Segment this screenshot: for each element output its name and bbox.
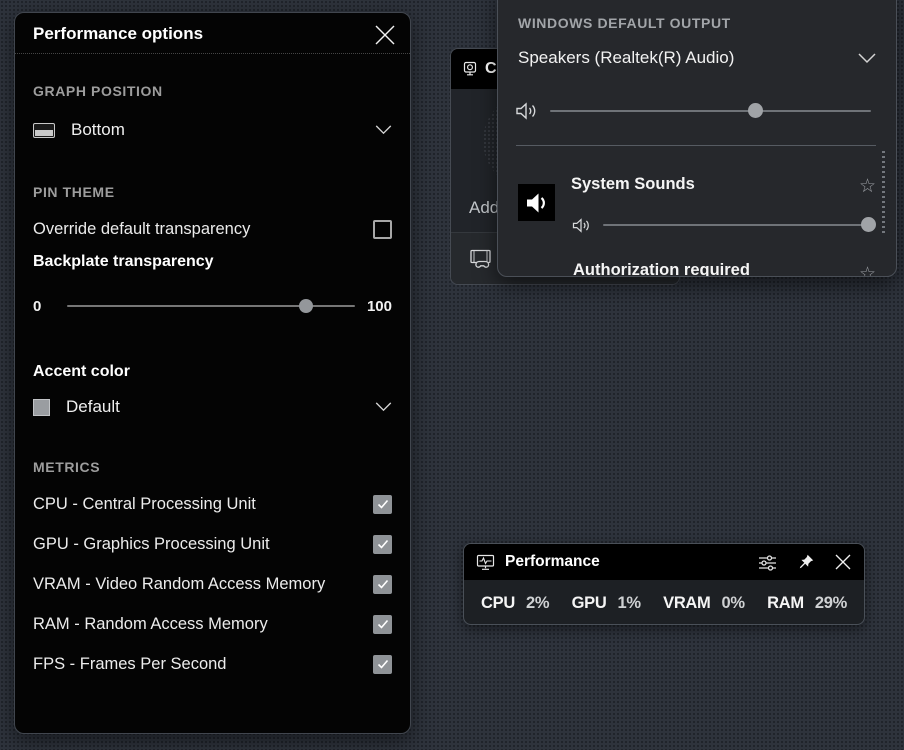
performance-widget-actions [758,553,852,571]
pin-theme-header: PIN THEME [33,184,115,200]
metric-label: CPU - Central Processing Unit [33,495,256,514]
performance-widget: Performance [463,543,865,625]
tune-sliders-icon[interactable] [758,554,777,571]
metric-row-ram: RAM - Random Access Memory [33,611,392,637]
metric-row-cpu: CPU - Central Processing Unit [33,491,392,517]
accent-color-label: Accent color [33,363,130,381]
metrics-header: METRICS [33,459,100,475]
slider-max-label: 100 [367,298,392,315]
metric-cpu-label: CPU [481,594,515,613]
metric-checkbox-gpu[interactable] [373,535,392,554]
capture-widget-title: C [485,60,497,78]
system-sounds-speaker-icon [524,190,550,216]
performance-widget-titlebar[interactable]: Performance [464,544,864,580]
metric-checkbox-cpu[interactable] [373,495,392,514]
metric-checkbox-vram[interactable] [373,575,392,594]
metric-gpu-label: GPU [572,594,607,613]
metric-ram-label: RAM [767,594,804,613]
metric-label: GPU - Graphics Processing Unit [33,535,270,554]
backplate-transparency-slider: 0 100 [33,295,392,317]
metric-gpu-value: 1% [617,594,640,613]
metric-ram-value: 29% [815,594,847,613]
performance-metrics-row: CPU 2% GPU 1% VRAM 0% RAM 29% [464,580,864,625]
system-sounds-volume-thumb[interactable] [861,217,876,232]
star-outline-icon[interactable]: ☆ [859,265,876,277]
metric-vram-label: VRAM [663,594,710,613]
mixer-item-name: Authorization required [573,261,750,277]
windows-default-output-header: WINDOWS DEFAULT OUTPUT [518,15,731,31]
metric-row-fps: FPS - Frames Per Second [33,651,392,677]
chevron-down-icon [375,125,392,135]
graph-position-header: GRAPH POSITION [33,83,163,99]
speaker-volume-icon [514,101,538,121]
backplate-slider-track[interactable] [67,295,355,317]
metric-cpu: CPU 2% [481,594,549,613]
metric-row-gpu: GPU - Graphics Processing Unit [33,531,392,557]
metric-checkbox-fps[interactable] [373,655,392,674]
backplate-slider-thumb[interactable] [299,299,313,313]
performance-options-panel: Performance options GRAPH POSITION Botto… [14,12,411,734]
game-bar-overlay: C Add WINDOWS DEFAULT OUTPUT Speakers (R… [0,0,904,750]
override-transparency-checkbox[interactable] [373,220,392,239]
graph-position-value: Bottom [71,120,125,140]
accent-color-value: Default [66,397,120,417]
pushpin-icon[interactable] [797,554,814,571]
performance-graph-icon [476,554,495,571]
metric-checkbox-ram[interactable] [373,615,392,634]
speaker-volume-small-icon [571,217,591,234]
output-device-dropdown[interactable]: Speakers (Realtek(R) Audio) [518,45,876,71]
master-volume-slider[interactable] [514,99,871,123]
metric-label: FPS - Frames Per Second [33,655,226,674]
override-transparency-row: Override default transparency [33,216,392,242]
backplate-transparency-label: Backplate transparency [33,253,214,271]
panel-title: Performance options [33,24,203,44]
master-volume-thumb[interactable] [748,103,763,118]
audio-panel: WINDOWS DEFAULT OUTPUT Speakers (Realtek… [497,0,897,277]
header-divider [15,53,410,54]
graph-position-bottom-icon [33,123,55,138]
performance-options-header: Performance options [15,13,410,53]
audio-divider [516,145,876,146]
star-outline-icon[interactable]: ☆ [859,177,876,196]
system-sounds-volume-track[interactable] [603,213,871,237]
slider-min-label: 0 [33,298,55,315]
graph-position-dropdown[interactable]: Bottom [33,116,392,144]
chevron-down-icon [375,402,392,412]
metric-vram-value: 0% [722,594,745,613]
override-transparency-label: Override default transparency [33,220,250,239]
master-volume-track[interactable] [550,99,871,123]
metric-gpu: GPU 1% [572,594,641,613]
metric-label: RAM - Random Access Memory [33,615,268,634]
metric-vram: VRAM 0% [663,594,745,613]
close-icon[interactable] [834,553,852,571]
accent-color-dropdown[interactable]: Default [33,393,392,421]
metric-ram: RAM 29% [767,594,847,613]
audio-panel-scrollbar[interactable] [882,151,885,235]
close-icon[interactable] [372,22,398,48]
metric-row-vram: VRAM - Video Random Access Memory [33,571,392,597]
metric-cpu-value: 2% [526,594,549,613]
mixer-item-name: System Sounds [571,175,695,194]
system-sounds-tile [518,184,555,221]
game-clips-icon[interactable] [469,248,495,270]
metric-label: VRAM - Video Random Access Memory [33,575,325,594]
performance-widget-title: Performance [505,553,600,571]
capture-camera-icon [462,61,478,77]
chevron-down-icon [858,53,876,64]
output-device-name: Speakers (Realtek(R) Audio) [518,48,734,68]
capture-add-text: Add [469,198,499,218]
system-sounds-volume-slider[interactable] [571,213,871,237]
accent-color-swatch [33,399,50,416]
